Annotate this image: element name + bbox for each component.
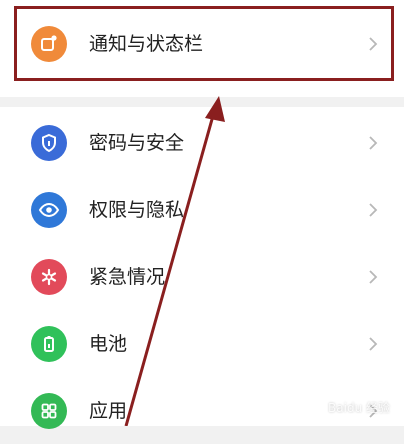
watermark: Baidu 经验 (328, 401, 390, 415)
annotation-arrow (124, 96, 225, 426)
